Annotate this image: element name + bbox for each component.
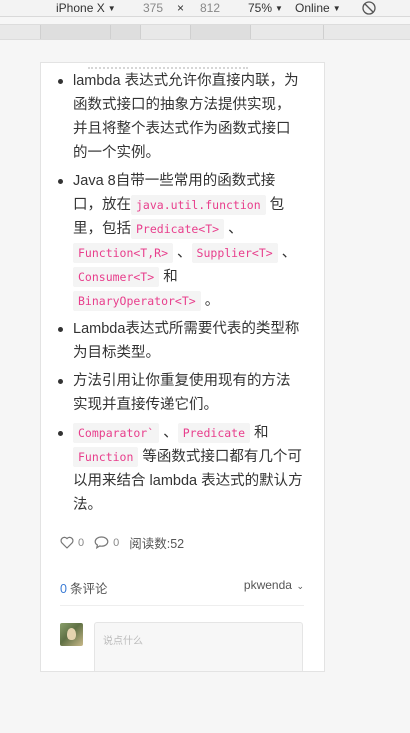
comment-bubble-icon: [94, 536, 109, 549]
list-item: lambda 表达式允许你直接内联，为函数式接口的抽象方法提供实现，并且将整个表…: [58, 69, 303, 165]
comments-header: 0 条评论 pkwenda ⌄: [60, 575, 304, 606]
inline-code: Function<T,R>: [73, 243, 174, 263]
ruler-tick: [190, 25, 191, 39]
text-run: 、: [163, 425, 178, 441]
inline-code: Supplier<T>: [191, 243, 278, 263]
dropdown-caret-icon: ▼: [332, 4, 341, 13]
inline-code: BinaryOperator<T>: [73, 291, 201, 311]
device-viewport: lambda 表达式允许你直接内联，为函数式接口的抽象方法提供实现，并且将整个表…: [40, 62, 325, 672]
ruler-tick: [140, 25, 141, 39]
text-run: 和: [254, 425, 269, 441]
comment-total: 0 条评论: [60, 578, 107, 597]
dropdown-caret-icon: ▼: [275, 4, 283, 13]
devtools-device-toolbar: iPhone X ▼ 375 × 812 75% ▼ Online ▼: [0, 0, 410, 17]
article-stats: 0 0 阅读数:52: [60, 533, 184, 552]
ruler-segment: [40, 25, 140, 39]
username: pkwenda: [243, 578, 292, 592]
rotate-icon[interactable]: [362, 0, 376, 19]
comment-placeholder: 说点什么: [103, 636, 143, 647]
clipped-previous-line: [88, 63, 248, 69]
chevron-down-icon: ⌄: [293, 581, 304, 591]
comment-total-number: 0: [60, 582, 67, 596]
like-button[interactable]: 0: [60, 536, 84, 549]
text-run: 、: [228, 221, 243, 237]
ruler-tick: [250, 25, 251, 39]
inline-code: Predicate: [177, 423, 251, 443]
comment-input[interactable]: 说点什么: [94, 622, 303, 671]
inline-code: Comparator`: [73, 423, 160, 443]
dimension-separator: ×: [177, 1, 185, 15]
list-item: 方法引用让你重复使用现有的方法实现并直接传递它们。: [58, 369, 303, 417]
comment-button[interactable]: 0: [94, 536, 119, 549]
inline-code: Consumer<T>: [73, 267, 160, 287]
text-run: 和: [163, 269, 178, 285]
zoom-select[interactable]: 75% ▼: [248, 0, 283, 17]
device-select[interactable]: iPhone X ▼: [56, 0, 116, 17]
comment-count: 0: [113, 536, 120, 549]
text-run: 、: [281, 245, 297, 261]
inline-code: java.util.function: [131, 195, 266, 215]
text-run: 。: [204, 293, 220, 309]
text-run: 、: [177, 245, 192, 261]
list-item: Comparator` 、 Predicate 和Function 等函数式接口都…: [58, 421, 303, 517]
inline-code: Predicate<T>: [131, 219, 225, 239]
summary-list: lambda 表达式允许你直接内联，为函数式接口的抽象方法提供实现，并且将整个表…: [58, 69, 303, 521]
comment-total-label: 条评论: [69, 582, 108, 596]
viewport-height-input[interactable]: 812: [200, 0, 220, 16]
user-menu[interactable]: pkwenda ⌄: [244, 578, 304, 592]
viewport-width-input[interactable]: 375: [143, 0, 163, 16]
ruler-tick: [110, 25, 111, 39]
heart-icon: [60, 536, 74, 549]
list-item: Lambda表达式所需要代表的类型称为目标类型。: [58, 317, 303, 365]
inline-code: Function: [73, 447, 139, 467]
network-throttle-select[interactable]: Online ▼: [295, 0, 341, 17]
media-query-ruler[interactable]: [0, 24, 410, 40]
like-count: 0: [78, 536, 85, 549]
ruler-segment: [190, 25, 250, 39]
ruler-tick: [40, 25, 41, 39]
read-count: 阅读数:52: [129, 537, 185, 551]
list-item: Java 8自带一些常用的函数式接口，放在 java.util.function …: [58, 169, 303, 313]
avatar: [60, 623, 83, 646]
ruler-tick: [323, 25, 324, 39]
dropdown-caret-icon: ▼: [107, 4, 116, 13]
